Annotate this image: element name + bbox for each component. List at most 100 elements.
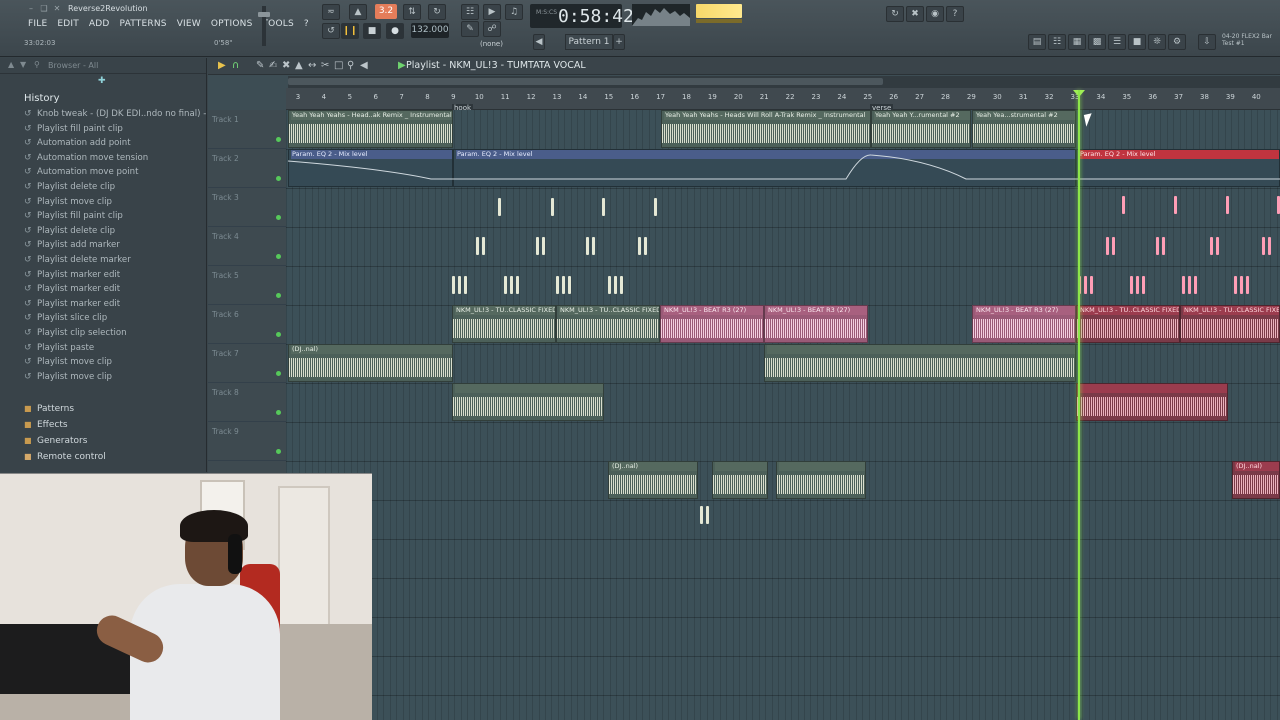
history-item[interactable]: Knob tweak - (DJ DK EDI..ndo no final) -… [24,107,207,122]
select-tool-icon[interactable]: □ [334,60,343,71]
history-item[interactable]: Automation add point [24,136,207,151]
audio-clip[interactable] [776,461,866,499]
history-item[interactable]: Automation move tension [24,151,207,166]
track-enable-led[interactable] [276,410,281,415]
pencil-tool-icon[interactable]: ✎ [256,60,264,71]
menu-options[interactable]: OPTIONS [206,17,258,33]
slice-tool-icon[interactable]: ✂ [321,60,329,71]
track-enable-led[interactable] [276,215,281,220]
drum-hit[interactable] [1142,276,1145,294]
drum-hit[interactable] [1188,276,1191,294]
folder-effects[interactable]: Effects [24,417,207,433]
tools-icon[interactable]: ✖ [906,6,924,22]
mic-icon[interactable]: ◉ [926,6,944,22]
playlist-window-icon[interactable]: ▤ [1028,34,1046,50]
history-item[interactable]: Playlist marker edit [24,282,207,297]
drum-hit[interactable] [1122,196,1125,214]
drum-hit[interactable] [706,506,709,524]
track-header[interactable]: Track 6 [208,305,286,344]
audio-clip[interactable] [452,383,604,421]
zoom-tool-icon[interactable]: ⚲ [347,60,354,71]
loop-record-icon[interactable]: ↻ [428,4,446,20]
history-item[interactable]: Playlist clip selection [24,326,207,341]
pencil-icon[interactable]: ✎ [461,21,479,37]
browser-icon[interactable]: ☰ [1108,34,1126,50]
drum-hit[interactable] [592,237,595,255]
history-folder[interactable]: History [24,93,60,104]
slip-tool-icon[interactable]: ↔ [308,60,316,71]
history-item[interactable]: Playlist move clip [24,355,207,370]
folder-generators[interactable]: Generators [24,433,207,449]
drum-hit[interactable] [476,237,479,255]
drum-hit[interactable] [1226,196,1229,214]
folder-patterns[interactable]: Patterns [24,401,207,417]
drum-hit[interactable] [556,276,559,294]
audio-clip[interactable]: (DJ..nal) [608,461,698,499]
drum-hit[interactable] [551,198,554,216]
browser-pin-icon[interactable]: ✚ [98,76,106,86]
track-header[interactable]: Track 4 [208,227,286,266]
drum-hit[interactable] [510,276,513,294]
link-icon[interactable]: ☍ [483,21,501,37]
history-item[interactable]: Playlist fill paint clip [24,122,207,137]
drum-hit[interactable] [586,237,589,255]
stop-button[interactable]: ■ [363,23,381,39]
playlist-arrow-icon[interactable]: ▶ [398,60,406,71]
track-header[interactable]: Track 3 [208,188,286,227]
drum-hit[interactable] [542,237,545,255]
step-edit-icon[interactable]: ▶ [483,4,501,20]
track-header[interactable]: Track 9 [208,422,286,461]
folder-remote-control[interactable]: Remote control [24,449,207,465]
song-position-icon[interactable]: ≂ [322,4,340,20]
scrollbar-thumb[interactable] [288,78,883,85]
menu-patterns[interactable]: PATTERNS [115,17,172,33]
record-button[interactable]: ● [386,23,404,39]
drum-hit[interactable] [1240,276,1243,294]
menu-help[interactable]: ? [299,17,314,33]
drum-hit[interactable] [1174,196,1177,214]
drum-hit[interactable] [536,237,539,255]
drum-hit[interactable] [1246,276,1249,294]
track-header[interactable]: Track 1 [208,110,286,149]
audio-clip[interactable] [764,344,1076,382]
snap-magnet-icon[interactable]: ∩ [232,60,239,71]
drum-hit[interactable] [458,276,461,294]
drum-hit[interactable] [1106,237,1109,255]
drum-hit[interactable] [562,276,565,294]
help-icon[interactable]: ? [946,6,964,22]
pause-button[interactable]: ❙❙ [341,23,359,39]
drum-hit[interactable] [1234,276,1237,294]
track-enable-led[interactable] [276,332,281,337]
drum-hit[interactable] [700,506,703,524]
drum-hit[interactable] [1130,276,1133,294]
drum-hit[interactable] [1162,237,1165,255]
master-volume-handle[interactable] [258,12,270,17]
audio-clip[interactable]: NKM_UL!3 - BEAT R3 (27) [764,305,868,343]
drum-hit[interactable] [654,198,657,216]
pattern-prev-icon[interactable]: ◀ [533,34,545,50]
drum-hit[interactable] [1136,276,1139,294]
track-enable-led[interactable] [276,449,281,454]
undo-icon[interactable]: ↻ [886,6,904,22]
drum-hit[interactable] [620,276,623,294]
mute-tool-icon[interactable]: ▲ [295,60,303,71]
audio-clip[interactable]: NKM_UL!3 - TU..CLASSIC FIXED [556,305,660,343]
track-enable-led[interactable] [276,176,281,181]
drum-hit[interactable] [1084,276,1087,294]
drum-hit[interactable] [1156,237,1159,255]
audio-clip[interactable]: Yeah Yeah Y...rumental #2 [871,110,971,148]
menu-edit[interactable]: EDIT [52,17,84,33]
pattern-add-icon[interactable]: + [613,34,625,50]
history-item[interactable]: Playlist fill paint clip [24,209,207,224]
audio-clip[interactable]: Yeah Yeah Yeahs - Head..ak Remix _ Instr… [288,110,453,148]
paint-tool-icon[interactable]: ✍ [269,60,277,71]
drum-hit[interactable] [638,237,641,255]
playback-tool-icon[interactable]: ◀ [360,60,368,71]
automation-curve[interactable] [286,149,1280,188]
drum-hit[interactable] [614,276,617,294]
audio-clip[interactable]: NKM_UL!3 - TU..CLASSIC FIXED [1180,305,1280,343]
download-icon[interactable]: ⇩ [1198,34,1216,50]
track-enable-led[interactable] [276,371,281,376]
drum-hit[interactable] [568,276,571,294]
drum-hit[interactable] [1112,237,1115,255]
